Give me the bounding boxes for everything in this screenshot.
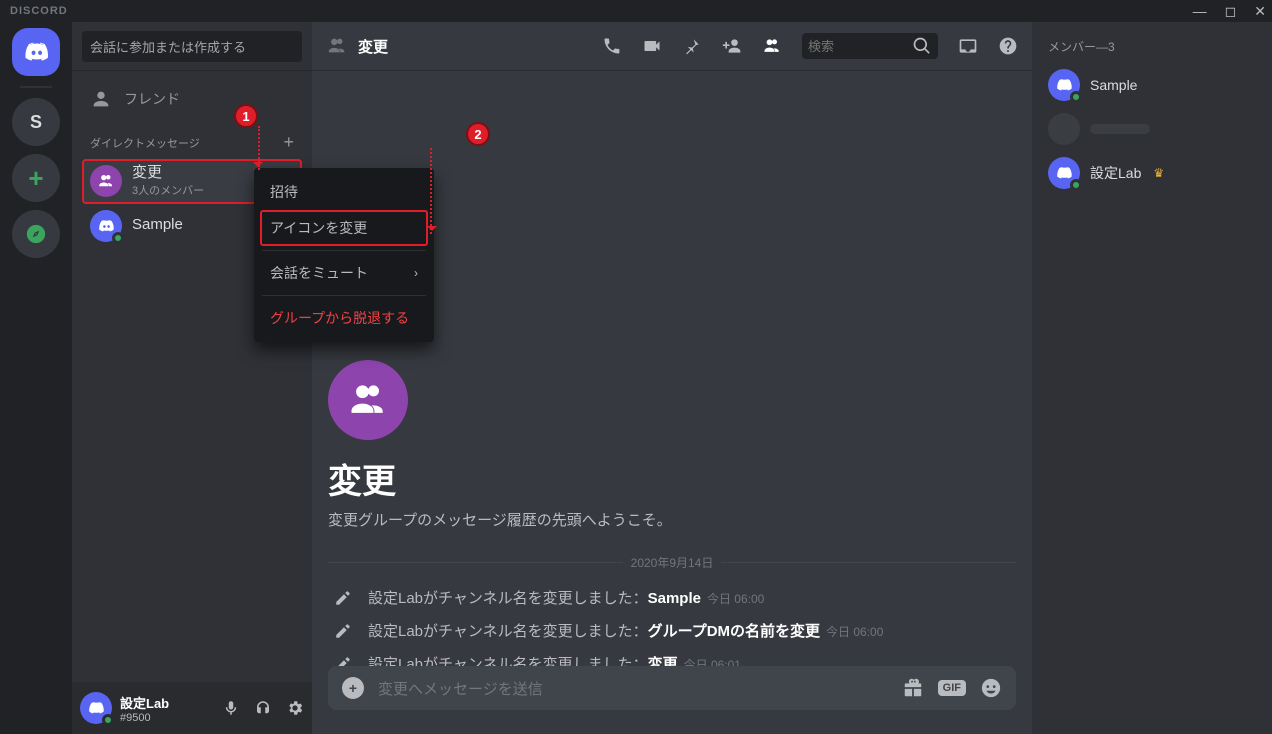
rail-separator <box>20 86 52 88</box>
member-name: Sample <box>1090 77 1137 93</box>
server-rail: S + <box>0 22 72 734</box>
pencil-icon <box>334 655 352 667</box>
user-panel: 設定Lab #9500 <box>72 682 312 734</box>
dm-item-name: Sample <box>132 217 183 234</box>
self-username: 設定Lab <box>120 693 169 712</box>
chevron-right-icon: › <box>414 266 418 280</box>
discord-logo-icon <box>22 38 50 66</box>
dm-section-label: ダイレクトメッセージ <box>90 135 200 151</box>
friends-label: フレンド <box>124 89 180 109</box>
emoji-picker-icon[interactable] <box>980 677 1002 699</box>
self-tag: #9500 <box>120 712 169 724</box>
friends-nav[interactable]: フレンド <box>82 80 302 118</box>
members-header: メンバー―3 <box>1040 38 1264 63</box>
group-dm-icon <box>326 35 348 57</box>
friends-icon <box>90 88 112 110</box>
system-message: 設定Labがチャンネル名を変更しました：グループDMの名前を変更今日 06:00 <box>328 614 1016 647</box>
user-settings-icon[interactable] <box>286 699 304 717</box>
member-item-placeholder <box>1040 107 1264 151</box>
toggle-member-list-icon[interactable] <box>762 36 782 56</box>
find-conversation-input[interactable]: 会話に参加または作成する <box>82 31 302 62</box>
member-avatar-icon <box>1048 69 1080 101</box>
home-button[interactable] <box>12 28 60 76</box>
explore-servers-button[interactable] <box>12 210 60 258</box>
date-divider: 2020年9月14日 <box>328 554 1016 571</box>
annotation-bubble-1: 1 <box>234 104 258 128</box>
self-avatar-icon[interactable] <box>80 692 112 724</box>
channel-header: 変更 <box>312 22 1032 70</box>
member-name-placeholder <box>1090 124 1150 134</box>
pinned-messages-icon[interactable] <box>682 36 702 56</box>
presence-online-icon <box>1070 91 1082 103</box>
message-composer: + 変更へメッセージを送信 GIF <box>312 666 1032 734</box>
ctx-leave-group[interactable]: グループから脱退する <box>260 300 428 336</box>
start-video-call-icon[interactable] <box>642 36 662 56</box>
pencil-icon <box>334 589 352 607</box>
main-area: 変更 変更 変更グループの <box>312 22 1032 734</box>
presence-online-icon <box>1070 179 1082 191</box>
ctx-mute-conversation[interactable]: 会話をミュート› <box>260 255 428 291</box>
server-item[interactable]: S <box>12 98 60 146</box>
ctx-invite[interactable]: 招待 <box>260 174 428 210</box>
user-avatar-icon <box>90 210 122 242</box>
mute-mic-icon[interactable] <box>222 699 240 717</box>
composer-input[interactable]: 変更へメッセージを送信 <box>378 678 888 699</box>
channel-title: 変更 <box>358 36 388 57</box>
compass-icon <box>25 223 47 245</box>
deafen-icon[interactable] <box>254 699 272 717</box>
annotation-arrow-2 <box>430 148 480 234</box>
dm-context-menu: 招待 アイコンを変更 会話をミュート› グループから脱退する <box>254 168 434 342</box>
dm-item-name: 変更 <box>132 165 204 182</box>
member-name: 設定Lab <box>1090 163 1141 183</box>
add-server-button[interactable]: + <box>12 154 60 202</box>
member-avatar-placeholder-icon <box>1048 113 1080 145</box>
chat-scroller[interactable]: 変更 変更グループのメッセージ履歴の先頭へようこそ。 2020年9月14日 設定… <box>312 70 1032 666</box>
presence-online-icon <box>102 714 114 726</box>
member-item[interactable]: 設定Lab ♛ <box>1040 151 1264 195</box>
gift-icon[interactable] <box>902 677 924 699</box>
window-close-icon[interactable]: ✕ <box>1254 3 1266 20</box>
app-brand: DISCORD <box>10 5 68 17</box>
dm-item-sub: 3人のメンバー <box>132 182 204 198</box>
pencil-icon <box>334 622 352 640</box>
add-friends-to-dm-icon[interactable] <box>722 36 742 56</box>
welcome-subtitle: 変更グループのメッセージ履歴の先頭へようこそ。 <box>328 509 1016 530</box>
dm-sidebar: 会話に参加または作成する フレンド ダイレクトメッセージ + 変更 3人のメンバ… <box>72 22 312 734</box>
window-minimize-icon[interactable]: — <box>1193 3 1207 20</box>
group-owner-crown-icon: ♛ <box>1153 166 1164 180</box>
presence-online-icon <box>112 232 124 244</box>
gif-picker-button[interactable]: GIF <box>938 680 966 696</box>
members-list: メンバー―3 Sample 設定Lab ♛ <box>1032 22 1272 734</box>
system-message: 設定Labがチャンネル名を変更しました：Sample今日 06:00 <box>328 581 1016 614</box>
system-message: 設定Labがチャンネル名を変更しました：変更今日 06:01 <box>328 647 1016 666</box>
welcome-block: 変更 変更グループのメッセージ履歴の先頭へようこそ。 2020年9月14日 設定… <box>328 360 1016 666</box>
create-dm-button[interactable]: + <box>283 132 294 153</box>
help-icon[interactable] <box>998 36 1018 56</box>
search-icon <box>912 36 932 56</box>
ctx-change-icon[interactable]: アイコンを変更 <box>260 210 428 246</box>
window-maximize-icon[interactable]: ◻ <box>1225 3 1237 20</box>
group-avatar-icon <box>90 165 122 197</box>
attach-button[interactable]: + <box>342 677 364 699</box>
annotation-arrow-1 <box>236 126 260 170</box>
member-item[interactable]: Sample <box>1040 63 1264 107</box>
inbox-icon[interactable] <box>958 36 978 56</box>
welcome-title: 変更 <box>328 454 1016 503</box>
group-large-avatar-icon <box>328 360 408 440</box>
message-search[interactable] <box>802 33 938 59</box>
start-voice-call-icon[interactable] <box>602 36 622 56</box>
annotation-bubble-2: 2 <box>466 122 490 146</box>
member-avatar-icon <box>1048 157 1080 189</box>
message-search-input[interactable] <box>808 39 906 54</box>
